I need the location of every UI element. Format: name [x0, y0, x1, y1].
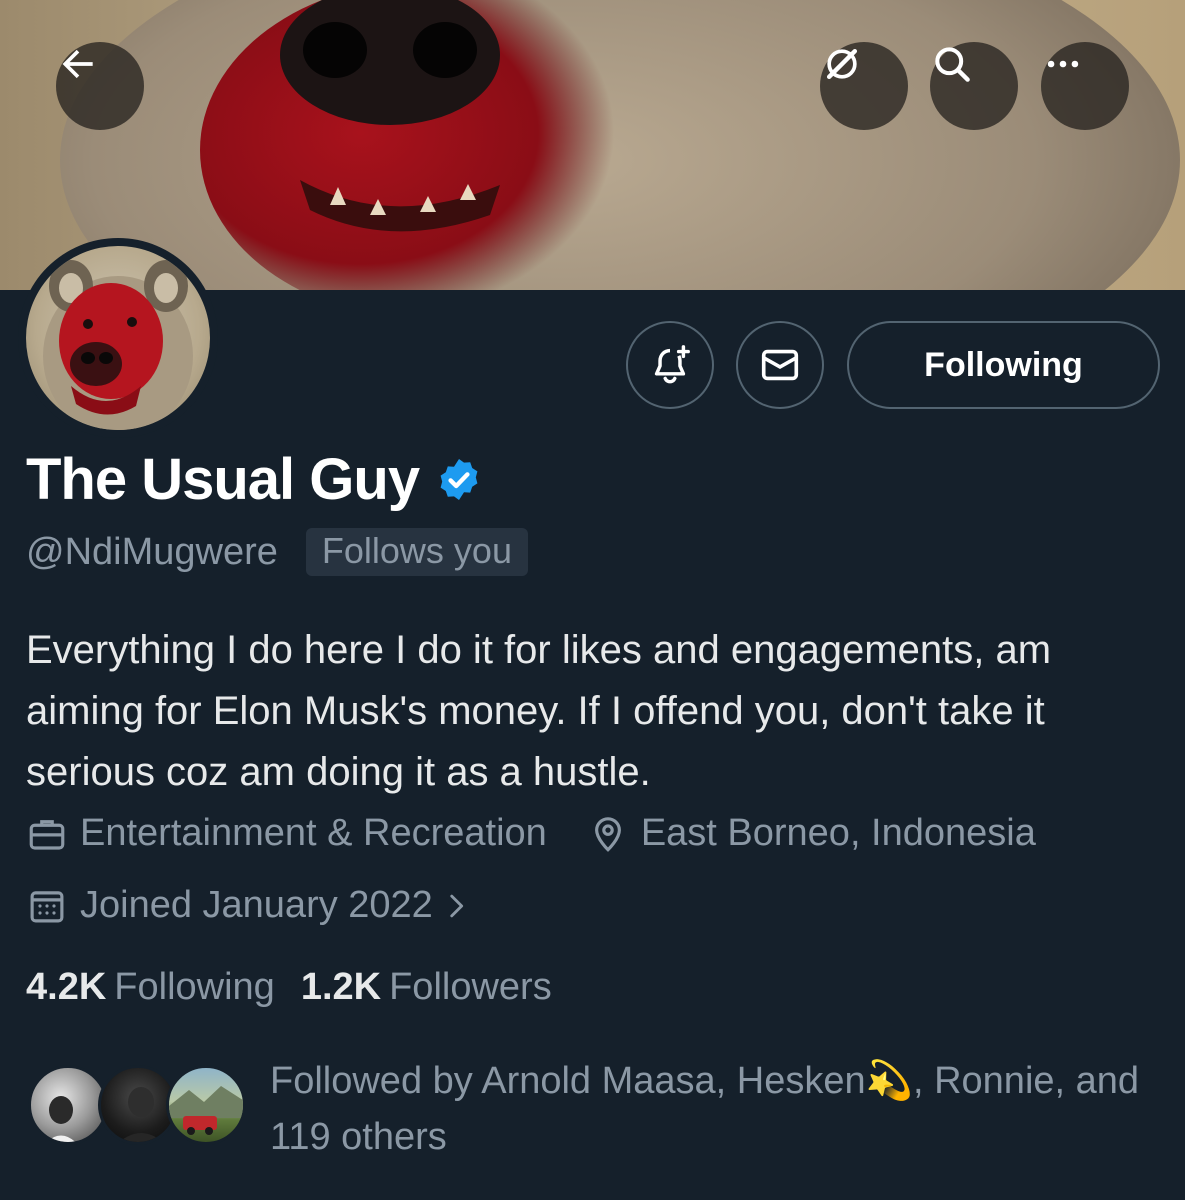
search-button[interactable]: [930, 42, 1018, 130]
verified-badge-icon[interactable]: [435, 456, 483, 504]
grok-button[interactable]: [820, 42, 908, 130]
profile-avatar[interactable]: [18, 238, 218, 438]
following-label: Following: [114, 966, 275, 1008]
followed-by-emoji: 💫: [865, 1060, 913, 1102]
more-button[interactable]: [1041, 42, 1129, 130]
followers-count: 1.2K: [300, 966, 382, 1008]
follower-avatar-3[interactable]: [166, 1065, 246, 1145]
followed-by-text[interactable]: Followed by Arnold Maasa, Hesken💫, Ronni…: [270, 1053, 1150, 1165]
search-icon: [935, 47, 970, 82]
category-label: Entertainment & Recreation: [80, 812, 547, 854]
handle-row: @NdiMugwere Follows you: [26, 528, 528, 576]
avatar-hyena-image: [43, 260, 193, 430]
bell-plus-icon: [654, 345, 690, 384]
grok-icon: [826, 48, 858, 80]
joined-row[interactable]: Joined January 2022: [26, 884, 485, 927]
joined-item[interactable]: Joined January 2022: [26, 884, 485, 927]
follower-avatar-1[interactable]: [28, 1065, 108, 1145]
location-pin-icon: [594, 816, 621, 852]
more-icon: [1047, 60, 1079, 68]
following-stat[interactable]: 4.2K Following: [26, 966, 275, 1009]
profile-bio: Everything I do here I do it for likes a…: [26, 628, 1052, 794]
following-button[interactable]: Following: [847, 321, 1160, 409]
category-item: Entertainment & Recreation: [26, 812, 547, 855]
location-label: East Borneo, Indonesia: [640, 812, 1036, 854]
banner-hyena-image: [0, 0, 1185, 290]
profile-handle: @NdiMugwere: [26, 530, 278, 573]
envelope-icon: [761, 349, 799, 381]
follow-stats: 4.2K Following 1.2K Followers: [26, 966, 552, 1009]
followed-by-names: Followed by Arnold Maasa, Hesken: [270, 1060, 866, 1102]
calendar-icon: [30, 890, 64, 922]
chevron-right-icon: [450, 894, 463, 917]
followers-stat[interactable]: 1.2K Followers: [301, 966, 552, 1009]
profile-banner[interactable]: [0, 0, 1185, 290]
follows-you-badge: Follows you: [305, 528, 528, 576]
back-arrow-icon: [62, 49, 93, 79]
following-count: 4.2K: [26, 966, 107, 1008]
briefcase-icon: [29, 819, 65, 850]
message-button[interactable]: [736, 321, 824, 409]
followers-label: Followers: [389, 966, 552, 1008]
profile-name-row: The Usual Guy: [26, 446, 483, 513]
joined-label: Joined January 2022: [80, 884, 433, 926]
profile-name: The Usual Guy: [26, 447, 420, 512]
notifications-button[interactable]: [626, 321, 714, 409]
follower-avatar-1-image: [46, 1096, 76, 1142]
profile-meta-row: Entertainment & Recreation East Borneo, …: [26, 812, 1036, 855]
back-button[interactable]: [56, 42, 144, 130]
follower-avatar-3-image: [169, 1086, 243, 1135]
location-item: East Borneo, Indonesia: [587, 812, 1036, 855]
